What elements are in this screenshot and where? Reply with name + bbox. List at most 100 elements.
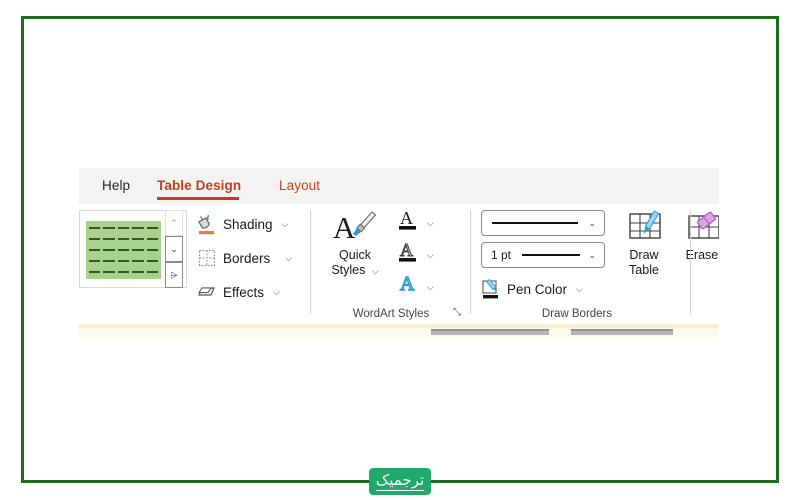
- wordart-dialog-launcher-icon[interactable]: ⤡: [453, 307, 461, 318]
- gallery-scroll-down-icon[interactable]: ⌄: [165, 236, 183, 262]
- chevron-down-icon[interactable]: ⌵: [273, 287, 280, 298]
- pen-weight-combo[interactable]: 1 pt ⌄: [481, 242, 605, 268]
- thumb-cell: [131, 223, 145, 233]
- thumb-cell: [102, 234, 116, 244]
- borders-grid-icon: [197, 247, 217, 269]
- watermark-logo-badge: ترجمیک: [369, 468, 431, 495]
- clipped-shape: [431, 329, 549, 335]
- pen-style-preview-line: [492, 222, 578, 224]
- thumb-cell: [102, 256, 116, 266]
- thumb-cell: [116, 256, 131, 266]
- chevron-down-icon[interactable]: ⌵: [427, 250, 434, 261]
- pen-weight-preview-line: [522, 254, 580, 256]
- thumb-cell: [145, 245, 159, 255]
- gallery-scroll-up-icon[interactable]: ⌃: [165, 210, 183, 236]
- thumb-cell: [116, 267, 131, 277]
- screenshot-canvas: Help Table Design Layout ⌃ ⌄ ⩥ Shading ⌵…: [0, 0, 800, 500]
- thumb-cell: [131, 234, 145, 244]
- chevron-down-icon[interactable]: ⌵: [282, 219, 289, 230]
- text-effects-icon: A: [397, 271, 419, 304]
- pen-color-button[interactable]: Pen Color ⌵: [481, 276, 583, 302]
- clipped-shape: [571, 329, 673, 335]
- table-style-thumbnail[interactable]: [86, 221, 161, 279]
- eraser-icon: [677, 210, 719, 248]
- draw-table-icon: [617, 210, 671, 248]
- thumb-cell: [88, 234, 102, 244]
- thumb-cell: [145, 267, 159, 277]
- chevron-down-icon[interactable]: ⌄: [588, 250, 596, 261]
- group-separator: [690, 210, 691, 314]
- group-label-wordart-styles: WordArt Styles ⤡: [317, 307, 465, 320]
- group-draw-borders: ⌄ 1 pt ⌄ Pen Color ⌵ Draw Table Eraser D…: [477, 204, 719, 322]
- active-tab-indicator: [157, 197, 239, 200]
- chevron-down-icon[interactable]: ⌄: [588, 218, 596, 229]
- pen-weight-value: 1 pt: [491, 248, 512, 262]
- eraser-button[interactable]: Eraser: [677, 210, 719, 263]
- thumb-cell: [102, 267, 116, 277]
- draw-table-label-line2: Table: [629, 263, 659, 277]
- thumb-cell: [116, 245, 131, 255]
- borders-button[interactable]: Borders ⌵: [197, 244, 292, 272]
- quick-styles-label-line2: Styles ⌵: [323, 263, 387, 279]
- effects-button[interactable]: Effects ⌵: [197, 278, 280, 306]
- chevron-down-icon[interactable]: ⌵: [285, 253, 292, 264]
- text-outline-button[interactable]: A ⌵: [397, 239, 449, 272]
- ribbon-body: ⌃ ⌄ ⩥ Shading ⌵ Borders ⌵ Effects ⌵ A Qu…: [79, 204, 719, 322]
- pen-color-label: Pen Color: [507, 281, 568, 297]
- svg-text:A: A: [400, 240, 413, 260]
- thumb-cell: [102, 223, 116, 233]
- text-outline-icon: A: [397, 239, 419, 272]
- eraser-label: Eraser: [685, 248, 719, 262]
- quick-styles-label-line2-text: Styles: [331, 263, 366, 277]
- group-separator: [310, 210, 311, 314]
- quick-styles-label-line1: Quick: [339, 248, 371, 262]
- thumb-cell: [131, 245, 145, 255]
- thumb-cell: [145, 234, 159, 244]
- thumb-cell: [145, 256, 159, 266]
- text-fill-icon: A: [397, 207, 419, 240]
- text-fill-button[interactable]: A ⌵: [397, 208, 449, 238]
- pen-color-icon: [481, 278, 501, 300]
- gallery-more-icon[interactable]: ⩥: [165, 262, 183, 288]
- gallery-scrollbar[interactable]: ⌃ ⌄ ⩥: [165, 210, 183, 288]
- chevron-down-icon[interactable]: ⌵: [576, 284, 583, 295]
- chevron-down-icon[interactable]: ⌵: [427, 282, 434, 293]
- thumb-cell: [88, 223, 102, 233]
- tab-layout[interactable]: Layout: [279, 177, 320, 194]
- thumb-cell: [102, 245, 116, 255]
- group-label-draw-borders: Draw Borders: [541, 308, 613, 320]
- watermark-logo-text: ترجمیک: [375, 471, 425, 491]
- draw-table-button[interactable]: Draw Table: [617, 210, 671, 278]
- borders-label: Borders: [223, 250, 271, 266]
- group-separator: [470, 210, 471, 314]
- draw-table-label-line1: Draw: [629, 248, 659, 262]
- thumb-cell: [88, 245, 102, 255]
- chevron-down-icon[interactable]: ⌵: [372, 266, 379, 276]
- pen-style-combo[interactable]: ⌄: [481, 210, 605, 236]
- chevron-down-icon[interactable]: ⌵: [427, 218, 434, 229]
- group-label-text: WordArt Styles: [352, 308, 430, 320]
- effects-cube-icon: [197, 281, 217, 303]
- powerpoint-ribbon: Help Table Design Layout ⌃ ⌄ ⩥ Shading ⌵…: [79, 168, 719, 343]
- thumb-cell: [88, 267, 102, 277]
- thumb-cell: [131, 267, 145, 277]
- text-effects-button[interactable]: A ⌵: [397, 272, 449, 302]
- svg-text:A: A: [400, 208, 413, 228]
- group-wordart-styles: A Quick Styles ⌵ A ⌵ A ⌵ A ⌵ WordArt Sty…: [317, 204, 465, 322]
- group-table-styles: ⌃ ⌄ ⩥: [79, 204, 191, 322]
- thumb-cell: [145, 223, 159, 233]
- thumb-cell: [131, 256, 145, 266]
- shading-label: Shading: [223, 216, 273, 232]
- shading-button[interactable]: Shading ⌵: [197, 210, 288, 238]
- tab-table-design[interactable]: Table Design: [157, 177, 241, 194]
- thumb-cell: [116, 234, 131, 244]
- group-shading-borders-effects: Shading ⌵ Borders ⌵ Effects ⌵: [197, 204, 305, 322]
- thumb-cell: [88, 256, 102, 266]
- effects-label: Effects: [223, 284, 265, 300]
- tab-help[interactable]: Help: [102, 177, 130, 194]
- paint-bucket-icon: [197, 213, 217, 235]
- quick-styles-button[interactable]: A Quick Styles ⌵: [323, 208, 387, 279]
- a-paintbrush-icon: A: [323, 208, 387, 248]
- svg-text:A: A: [333, 210, 356, 245]
- ribbon-tab-strip: Help Table Design Layout: [79, 168, 719, 204]
